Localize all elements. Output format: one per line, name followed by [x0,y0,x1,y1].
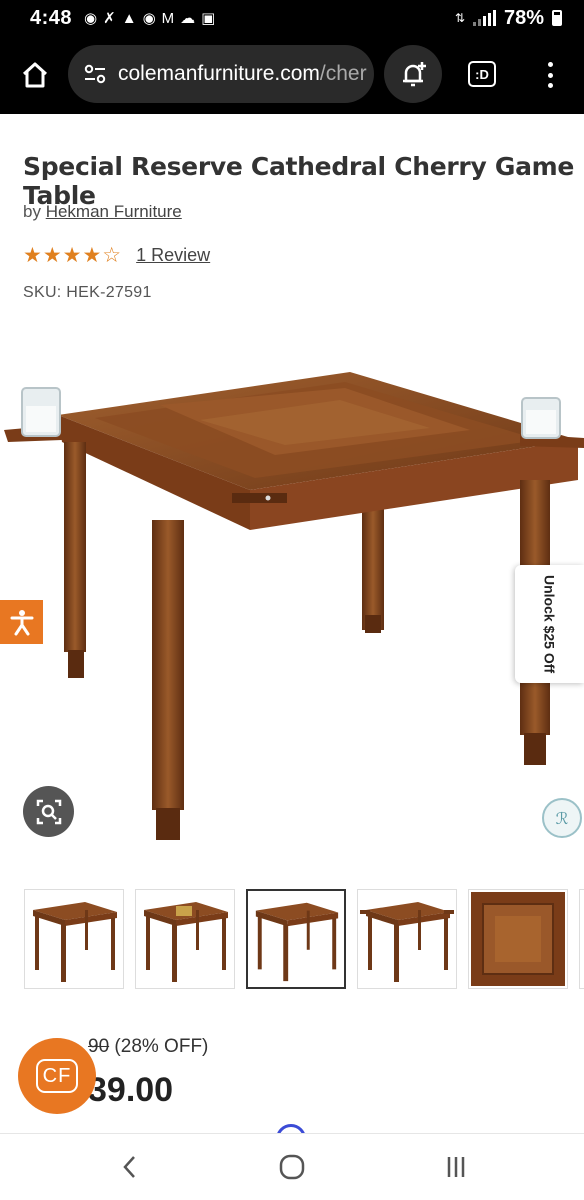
thumbnail-6[interactable] [579,889,584,989]
notification-add-button[interactable] [384,45,442,103]
url-text: colemanfurniture.com/cher [118,62,367,86]
discount-percent: (28% OFF) [114,1036,209,1057]
menu-dot [547,83,553,88]
thumbnail-image [360,902,454,982]
home-nav-button[interactable] [272,1152,312,1182]
chat-logo: CF [36,1059,78,1093]
brand-link[interactable]: Hekman Furniture [46,202,182,221]
messenger-icon: ◉ [142,9,156,27]
battery-icon [552,10,562,26]
battery-percent: 78% [503,6,544,29]
image-icon: ▣ [201,9,216,27]
url-host: colemanfurniture.com [118,62,320,85]
system-nav-bar [0,1133,584,1200]
thumbnail-4[interactable] [357,889,457,989]
bell-icon: ▲ [121,9,137,27]
home-icon [22,62,48,88]
thumbnail-image [144,902,228,982]
site-settings-icon[interactable] [82,61,108,87]
star-rating-icon: ★★★★☆ [23,244,123,267]
thumbnail-5[interactable] [468,889,568,989]
bell-plus-icon [403,62,426,87]
more-menu-button[interactable] [538,58,562,92]
recents-button[interactable] [436,1152,476,1182]
svg-text:ℛ: ℛ [556,809,569,828]
menu-dot [547,62,553,67]
rating: ★★★★☆ 1 Review [23,243,210,268]
lens-search-icon [36,799,61,824]
product-image[interactable] [0,330,584,860]
menu-dot [547,72,553,78]
home-button[interactable] [16,56,54,94]
sale-price: 39.00 [88,1071,174,1109]
recents-icon [447,1157,465,1177]
home-circle-icon [279,1154,305,1180]
thumbnail-strip [24,889,584,989]
address-bar[interactable]: colemanfurniture.com/cher [68,45,374,103]
by-prefix: by [23,202,41,221]
facebook-icon: ◉ [84,9,98,27]
data-icon: ⇅ [454,11,465,25]
status-bar: 4:48 ◉ ✗ ▲ ◉ M ☁ ▣ ⇅ 78% [0,0,584,36]
back-icon [123,1156,135,1178]
back-button[interactable] [110,1152,150,1182]
thumbnail-2[interactable] [135,889,235,989]
reviews-link[interactable]: 1 Review [136,245,210,266]
notification-icons: ◉ ✗ ▲ ◉ M ☁ ▣ [84,11,215,26]
chat-button[interactable]: CF [18,1038,96,1114]
url-path: /cher [319,62,367,85]
thumbnail-3[interactable] [246,889,346,989]
cloud-icon: ☁ [180,9,196,27]
original-price-value: 90 [88,1036,110,1057]
tab-switcher-button[interactable]: :D [468,61,496,87]
original-price: 90 (28% OFF) [88,1036,208,1058]
thumbnail-image [33,902,117,982]
thumbnail-1[interactable] [24,889,124,989]
brand-seal-icon: ℛ [542,798,582,838]
status-time: 4:48 [30,6,73,29]
sku: SKU: HEK-27591 [23,284,152,301]
gmail-icon: M [161,9,175,27]
signal-icon [472,10,496,26]
missed-call-icon: ✗ [103,9,116,27]
accessibility-icon [10,610,33,636]
byline: by Hekman Furniture [23,202,182,222]
accessibility-button[interactable] [0,600,43,644]
browser-toolbar: colemanfurniture.com/cher :D [0,36,584,114]
thumbnail-image [471,892,565,986]
visual-search-button[interactable] [23,786,74,837]
unlock-discount-label: Unlock $25 Off [541,574,558,674]
unlock-discount-tab[interactable]: Unlock $25 Off [515,565,584,683]
thumbnail-image [255,902,339,982]
